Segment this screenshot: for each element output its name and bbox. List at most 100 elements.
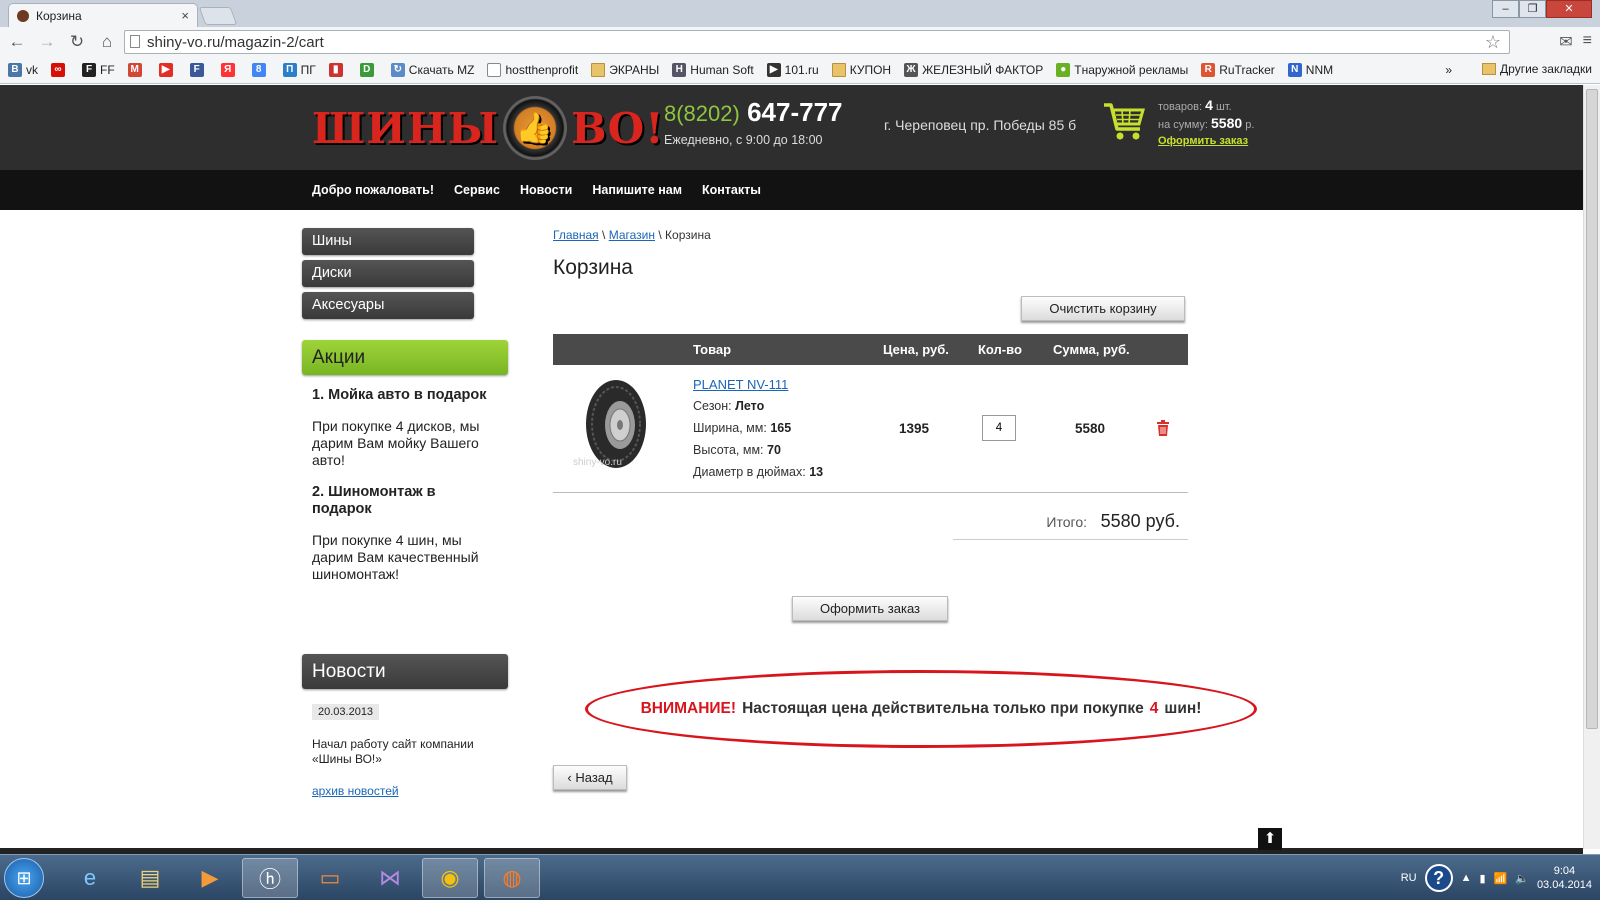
spec-diameter: Диаметр в дюймах: 13 bbox=[693, 465, 823, 479]
forward-arrow-icon[interactable]: → bbox=[34, 32, 60, 52]
site-logo[interactable]: ШИНЫ 👍 ВО! bbox=[312, 95, 665, 161]
spec-value: Лето bbox=[735, 399, 765, 413]
bookmark-item[interactable]: Ж ЖЕЛЕЗНЫЙ ФАКТОР bbox=[904, 63, 1043, 77]
system-clock[interactable]: 9:04 03.04.2014 bbox=[1537, 864, 1592, 892]
clear-cart-button[interactable]: Очистить корзину bbox=[1021, 296, 1185, 321]
news-archive-link[interactable]: архив новостей bbox=[312, 784, 399, 798]
nav-contact-us[interactable]: Напишите нам bbox=[592, 183, 682, 197]
firefox-taskbar-icon[interactable]: ◍ bbox=[484, 858, 540, 898]
thumbs-up-wheel-icon: 👍 bbox=[503, 96, 568, 160]
network-icon[interactable]: ▮ bbox=[1479, 872, 1485, 885]
table-row: shiny-vo.ru PLANET NV-111 Сезон: Лето Ши… bbox=[553, 365, 1188, 493]
download-icon: ↻ bbox=[390, 63, 405, 77]
scroll-to-top-icon[interactable]: ⬆ bbox=[1258, 828, 1282, 850]
place-order-button[interactable]: Оформить заказ bbox=[792, 596, 948, 621]
ie-taskbar-icon[interactable]: e bbox=[62, 858, 118, 898]
app-taskbar-icon[interactable]: ▭ bbox=[302, 858, 358, 898]
url-text: shiny-vo.ru/magazin-2/cart bbox=[147, 33, 324, 51]
start-button-icon[interactable]: ⊞ bbox=[4, 858, 44, 898]
breadcrumb-separator: \ bbox=[658, 228, 662, 242]
quantity-input[interactable] bbox=[982, 415, 1016, 441]
header-checkout-link[interactable]: Оформить заказ bbox=[1158, 135, 1248, 147]
bookmark-item[interactable]: M bbox=[127, 63, 146, 77]
category-accessories[interactable]: Аксесуары bbox=[302, 292, 474, 319]
chrome-taskbar-icon[interactable]: ◉ bbox=[422, 858, 478, 898]
tray-expand-icon[interactable]: ▲ bbox=[1461, 872, 1472, 884]
bookmark-label: ЭКРАНЫ bbox=[609, 63, 660, 77]
gmail-icon: M bbox=[127, 63, 142, 77]
media-player-taskbar-icon[interactable]: ▶ bbox=[182, 858, 238, 898]
bookmarks-overflow-icon[interactable]: » bbox=[1445, 63, 1452, 77]
play-icon: ▶ bbox=[766, 63, 781, 77]
bookmark-item[interactable]: N NNM bbox=[1287, 63, 1333, 77]
bookmark-item[interactable]: ∞ bbox=[51, 63, 69, 77]
category-tires[interactable]: Шины bbox=[302, 228, 474, 255]
address-bar[interactable]: shiny-vo.ru/magazin-2/cart ☆ bbox=[124, 30, 1510, 54]
scrollbar-thumb[interactable] bbox=[1586, 89, 1598, 729]
bookmark-item[interactable]: 8 bbox=[251, 63, 270, 77]
bookmark-item[interactable]: ▶ 101.ru bbox=[766, 63, 819, 77]
mail-extension-icon[interactable]: ✉ bbox=[1559, 32, 1572, 52]
window-close-icon[interactable]: ✕ bbox=[1546, 0, 1592, 18]
back-button[interactable]: ‹ Назад bbox=[553, 765, 627, 790]
volume-icon[interactable]: 🔈 bbox=[1515, 872, 1529, 885]
delete-trash-icon[interactable] bbox=[1156, 420, 1170, 436]
bookmark-star-icon[interactable]: ☆ bbox=[1485, 32, 1501, 53]
bookmark-item[interactable]: П ПГ bbox=[282, 63, 316, 77]
bookmark-item[interactable]: R RuTracker bbox=[1201, 63, 1275, 77]
lastfm-icon: ∞ bbox=[51, 63, 65, 77]
breadcrumb-shop[interactable]: Магазин bbox=[609, 228, 655, 242]
shopping-cart-icon[interactable] bbox=[1102, 99, 1146, 143]
promo-title: 1. Мойка авто в подарок bbox=[312, 387, 487, 403]
language-indicator[interactable]: RU bbox=[1401, 872, 1417, 884]
promo-text: При покупке 4 дисков, мы дарим Вам мойку… bbox=[312, 418, 480, 468]
signal-icon[interactable]: 📶 bbox=[1494, 872, 1508, 885]
bookmark-item[interactable]: ↻ Скачать MZ bbox=[390, 63, 475, 77]
cart-summary: товаров: 4 шт. на сумму: 5580 р. Оформит… bbox=[1158, 97, 1254, 149]
bookmark-item[interactable]: F bbox=[189, 63, 208, 77]
new-tab-button[interactable] bbox=[198, 7, 238, 25]
restore-icon[interactable]: ❐ bbox=[1519, 0, 1546, 18]
bookmark-item[interactable]: ▶ bbox=[158, 63, 177, 77]
youtube-icon: ▶ bbox=[158, 63, 173, 77]
google-icon: 8 bbox=[251, 63, 266, 77]
breadcrumb-home[interactable]: Главная bbox=[553, 228, 599, 242]
yandex-icon: Я bbox=[220, 63, 235, 77]
bookmark-item[interactable]: hostthenprofit bbox=[487, 63, 578, 77]
bookmark-item[interactable]: Bvk bbox=[8, 63, 38, 77]
bookmark-item[interactable]: ▮ bbox=[328, 63, 347, 77]
reload-icon[interactable]: ↻ bbox=[64, 32, 90, 52]
nav-news[interactable]: Новости bbox=[520, 183, 572, 197]
bookmark-item[interactable]: ЭКРАНЫ bbox=[591, 63, 659, 77]
bookmark-item[interactable]: F FF bbox=[82, 63, 115, 77]
category-wheels[interactable]: Диски bbox=[302, 260, 474, 287]
nav-service[interactable]: Сервис bbox=[454, 183, 500, 197]
bookmark-item[interactable]: Я bbox=[220, 63, 239, 77]
browser-tab-active[interactable]: Корзина × bbox=[8, 3, 198, 27]
back-button-label: Назад bbox=[575, 770, 613, 785]
bookmark-item[interactable]: ● Тнаружной рекламы bbox=[1056, 63, 1188, 77]
tab-close-icon[interactable]: × bbox=[181, 8, 189, 23]
bookmark-label: КУПОН bbox=[849, 63, 892, 77]
back-arrow-icon[interactable]: ← bbox=[4, 32, 30, 52]
page-scrollbar[interactable] bbox=[1583, 85, 1600, 849]
spec-value: 13 bbox=[809, 465, 824, 479]
spec-label: Сезон: bbox=[693, 399, 732, 413]
nav-contacts[interactable]: Контакты bbox=[702, 183, 761, 197]
cart-items-count: 4 bbox=[1205, 97, 1213, 113]
help-icon[interactable]: ? bbox=[1424, 864, 1453, 892]
bookmark-label: Скачать MZ bbox=[408, 63, 475, 77]
visual-studio-taskbar-icon[interactable]: ⋈ bbox=[362, 858, 418, 898]
hp-taskbar-icon[interactable]: ⓗ bbox=[242, 858, 298, 898]
bookmark-item[interactable]: D bbox=[359, 63, 378, 77]
nav-welcome[interactable]: Добро пожаловать! bbox=[312, 183, 434, 197]
product-link[interactable]: PLANET NV-111 bbox=[693, 377, 788, 392]
minimize-icon[interactable]: – bbox=[1492, 0, 1519, 18]
explorer-taskbar-icon[interactable]: ▤ bbox=[122, 858, 178, 898]
bookmark-item[interactable]: КУПОН bbox=[831, 63, 892, 77]
home-icon[interactable]: ⌂ bbox=[94, 32, 120, 52]
item-price: 1395 bbox=[899, 421, 930, 436]
menu-icon[interactable]: ≡ bbox=[1583, 32, 1592, 52]
bookmark-item[interactable]: H Human Soft bbox=[672, 63, 754, 77]
other-bookmarks[interactable]: Другие закладки bbox=[1482, 62, 1592, 76]
